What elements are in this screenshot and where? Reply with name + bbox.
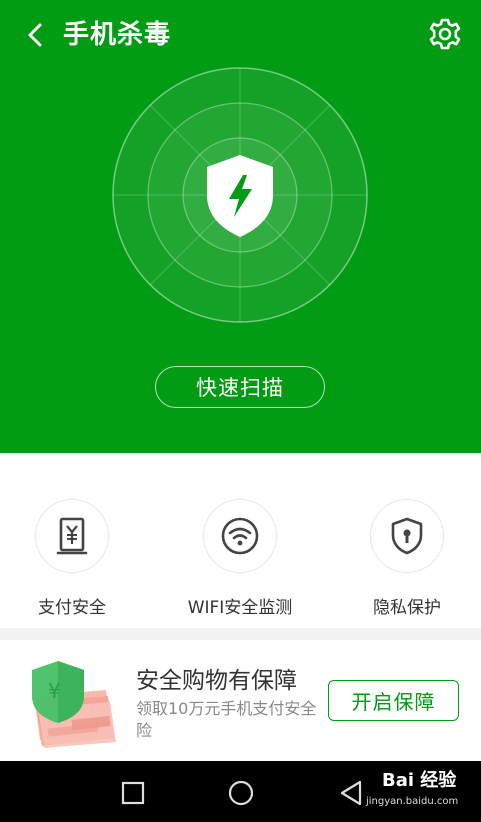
wifi-icon — [221, 517, 259, 555]
circle-home-icon — [228, 780, 254, 806]
promo-subtitle: 领取10万元手机支付安全险 — [136, 699, 317, 740]
quick-scan-button[interactable]: 快速扫描 — [155, 366, 325, 408]
page-title: 手机杀毒 — [63, 20, 172, 50]
gear-icon — [429, 18, 461, 50]
shield-yuan-money-icon: ¥ — [32, 661, 116, 748]
svg-text:¥: ¥ — [48, 679, 61, 703]
square-recents-icon — [121, 781, 145, 805]
feature-label: WIFI安全监测 — [187, 598, 293, 618]
home-button[interactable] — [226, 778, 256, 808]
recents-button[interactable] — [118, 778, 148, 808]
watermark-url: jingyan.baidu.com — [366, 796, 459, 807]
shield-keyhole-icon — [391, 517, 423, 555]
feature-payment-security[interactable]: 支付安全 — [0, 499, 152, 618]
enable-protection-button[interactable]: 开启保障 — [328, 680, 459, 721]
feature-icon-circle — [35, 499, 109, 573]
yuan-receipt-icon — [56, 517, 88, 555]
hero-panel: 手机杀毒 快速扫描 — [0, 0, 481, 453]
watermark-brand: Bai 经验 — [382, 770, 457, 791]
feature-wifi-monitor[interactable]: WIFI安全监测 — [160, 499, 320, 618]
feature-label: 支付安全 — [38, 598, 106, 618]
feature-icon-circle — [370, 499, 444, 573]
chevron-left-icon — [28, 23, 42, 47]
settings-button[interactable] — [426, 15, 464, 53]
feature-privacy-protection[interactable]: 隐私保护 — [327, 499, 481, 618]
baidu-jingyan-watermark: Bai 经验 jingyan.baidu.com — [360, 766, 478, 816]
scan-radar — [112, 67, 368, 323]
title-bar: 手机杀毒 — [0, 0, 481, 70]
feature-grid: 支付安全 WIFI安全监测 隐私保护 — [0, 453, 481, 628]
feature-label: 隐私保护 — [373, 598, 441, 618]
back-button[interactable] — [20, 20, 50, 50]
feature-icon-circle — [203, 499, 277, 573]
promo-title: 安全购物有保障 — [136, 668, 297, 694]
promo-card[interactable]: ¥ 安全购物有保障 领取10万元手机支付安全险 开启保障 — [0, 640, 481, 761]
section-divider — [0, 628, 481, 640]
